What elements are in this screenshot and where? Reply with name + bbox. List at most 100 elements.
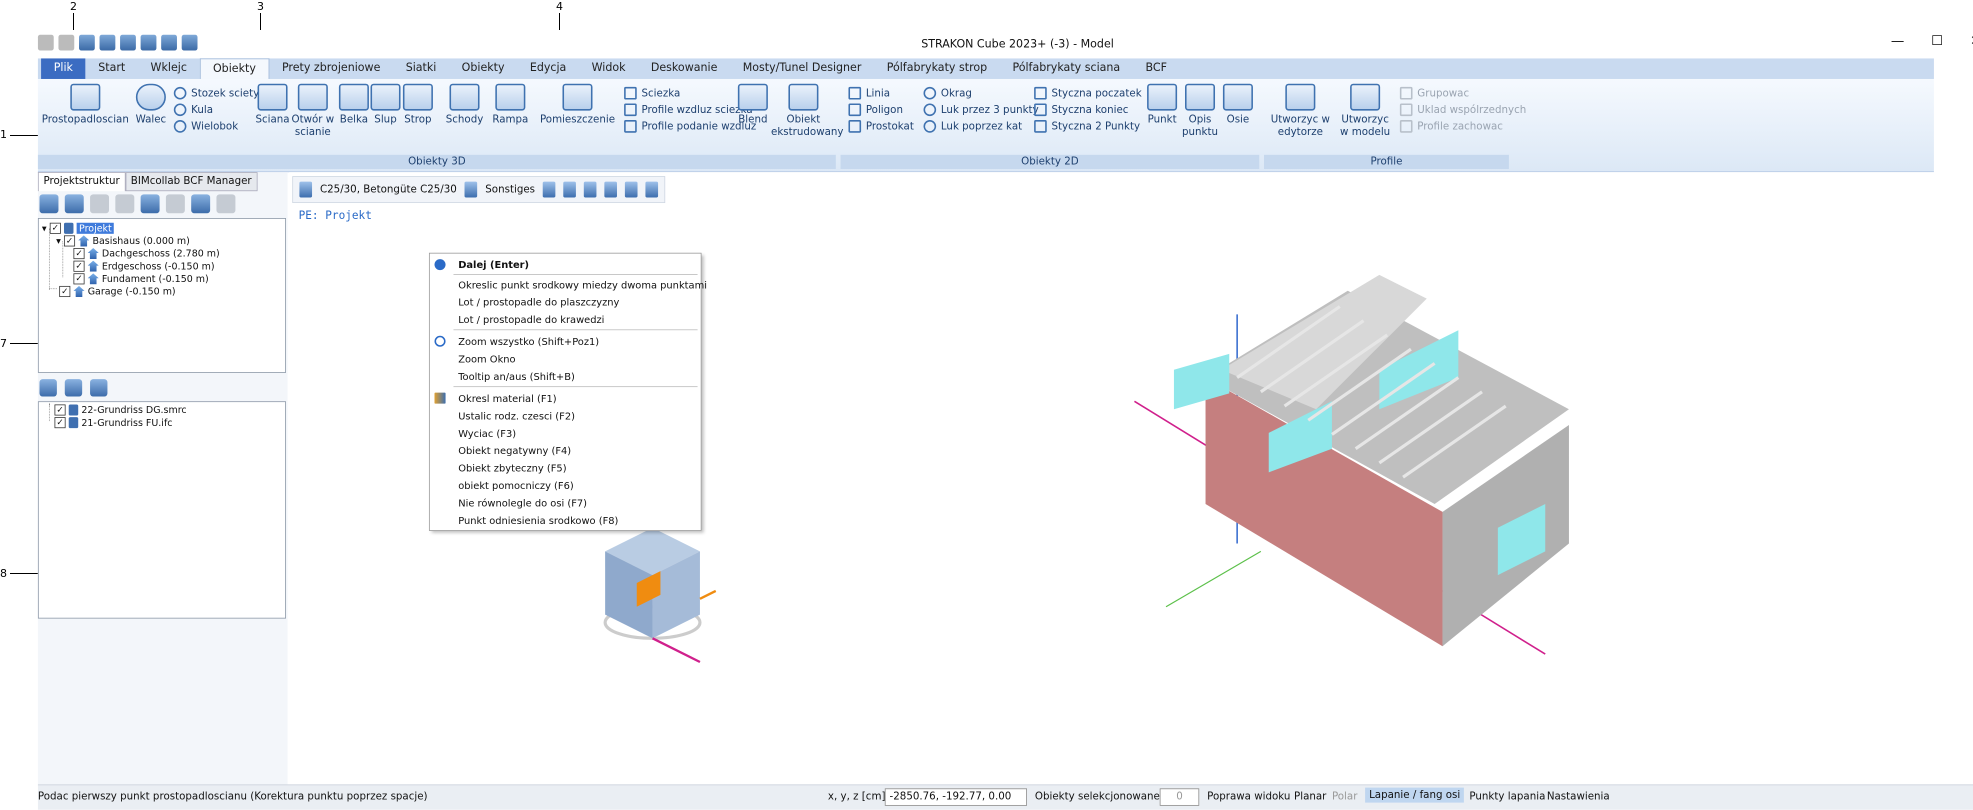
tab-bcf[interactable]: BCF <box>1133 58 1180 79</box>
material-label[interactable]: C25/30, Betongüte C25/30 <box>320 184 457 196</box>
tree-node-dachgeschoss[interactable]: ✓ Dachgeschoss (2.780 m) <box>73 247 220 260</box>
level-up-2-icon[interactable] <box>115 194 135 214</box>
walec-button[interactable]: Walec <box>131 83 171 127</box>
menu-item-zoom-wszystko[interactable]: Zoom wszystko (Shift+Poz1) <box>458 336 599 348</box>
menu-item-lot-plaszczyzny[interactable]: Lot / prostopadle do plaszczyzny <box>458 296 619 308</box>
menu-item-zbyteczny[interactable]: Obiekt zbyteczny (F5) <box>458 462 566 474</box>
luk3-button[interactable]: Luk przez 3 punkty <box>923 102 1039 118</box>
maximize-button[interactable]: ☐ <box>1931 33 1943 49</box>
negative-object-icon[interactable] <box>563 181 577 198</box>
otwor-button[interactable]: Otwór w scianie <box>289 83 336 139</box>
sciezka-button[interactable]: Sciezka <box>624 85 680 101</box>
object-type-label[interactable]: Sonstiges <box>485 184 535 196</box>
tab-bimcollab[interactable]: BIMcollab BCF Manager <box>125 172 258 192</box>
poligon-button[interactable]: Poligon <box>848 102 903 118</box>
menu-item-negatywny[interactable]: Obiekt negatywny (F4) <box>458 445 571 457</box>
slup-button[interactable]: Slup <box>370 83 402 127</box>
reference-point-icon[interactable] <box>645 181 659 198</box>
planar-button[interactable]: Planar <box>1294 791 1326 803</box>
tab-siatki[interactable]: Siatki <box>393 58 449 79</box>
menu-item-nie-rownolegle[interactable]: Nie równolegle do osi (F7) <box>458 497 587 509</box>
pomieszczenie-button[interactable]: Pomieszczenie <box>534 83 621 127</box>
level-up-icon[interactable] <box>64 194 84 214</box>
unlink-icon[interactable] <box>90 379 108 397</box>
coord-input[interactable]: -2850.76, -192.77, 0.00 <box>884 788 1027 806</box>
add-file-icon[interactable] <box>39 379 57 397</box>
lukkat-button[interactable]: Luk poprzez kat <box>923 118 1022 134</box>
obiekt-ekstrudowany-button[interactable]: Obiekt ekstrudowany <box>771 83 843 139</box>
menu-item-dalej[interactable]: Dalej (Enter) <box>458 258 529 270</box>
grupowac-button[interactable]: Grupowac <box>1399 85 1469 101</box>
minimize-button[interactable]: — <box>1891 33 1904 49</box>
blend-button[interactable]: Blend <box>733 83 773 127</box>
object-mode-icon[interactable] <box>542 181 556 198</box>
menu-item-punkt-srodkowy[interactable]: Okreslic punkt srodkowy miedzy dwoma pun… <box>458 279 707 291</box>
tree-node-garage[interactable]: ✓ Garage (-0.150 m) <box>59 285 176 298</box>
tree-node-fundament[interactable]: ✓ Fundament (-0.150 m) <box>73 273 209 286</box>
tab-mosty[interactable]: Mosty/Tunel Designer <box>730 58 874 79</box>
wielobok-button[interactable]: Wielobok <box>173 118 238 134</box>
menu-item-material[interactable]: Okresl material (F1) <box>458 393 556 405</box>
settings-icon[interactable] <box>191 194 211 214</box>
kula-button[interactable]: Kula <box>173 102 213 118</box>
tab-start[interactable]: Start <box>86 58 138 79</box>
menu-item-rodz-czesci[interactable]: Ustalic rodz. czesci (F2) <box>458 410 575 422</box>
file-item[interactable]: ✓ 22-Grundriss DG.smrc <box>54 404 187 417</box>
nastawienia-button[interactable]: Nastawienia <box>1547 791 1610 803</box>
punkty-lapania-button[interactable]: Punkty lapania <box>1469 791 1545 803</box>
menu-item-lot-krawedzi[interactable]: Lot / prostopadle do krawedzi <box>458 314 604 326</box>
styczna-poczatek-button[interactable]: Styczna poczatek <box>1034 85 1142 101</box>
tree-node-erdgeschoss[interactable]: ✓ Erdgeschoss (-0.150 m) <box>73 260 215 273</box>
tab-wklejc[interactable]: Wklejc <box>138 58 200 79</box>
layers-icon[interactable] <box>216 194 236 214</box>
tree-node-basishaus[interactable]: ▾ ✓ Basishaus (0.000 m) <box>56 235 190 248</box>
utworzyc-edytor-button[interactable]: Utworzyc w edytorze <box>1269 83 1332 139</box>
belka-button[interactable]: Belka <box>337 83 372 127</box>
tab-obiekty[interactable]: Obiekty <box>199 58 270 79</box>
tree-node-projekt[interactable]: ▾ ✓ Projekt <box>42 222 115 235</box>
menu-item-tooltip[interactable]: Tooltip an/aus (Shift+B) <box>458 370 575 382</box>
tab-deskowanie[interactable]: Deskowanie <box>638 58 730 79</box>
opis-punktu-button[interactable]: Opis punktu <box>1182 83 1218 139</box>
profile-zachowac-button[interactable]: Profile zachowac <box>1399 118 1503 134</box>
edit-icon[interactable] <box>140 194 160 214</box>
punkt-button[interactable]: Punkt <box>1144 83 1180 127</box>
polar-button[interactable]: Polar <box>1332 791 1357 803</box>
tab-projektstruktur[interactable]: Projektstruktur <box>37 172 126 192</box>
uklad-button[interactable]: Uklad wspólrzednych <box>1399 102 1526 118</box>
prostokat-button[interactable]: Prostokat <box>848 118 914 134</box>
delete-icon[interactable] <box>165 194 185 214</box>
helper-object-icon[interactable] <box>604 181 618 198</box>
prostopadloscian-button[interactable]: Prostopadloscian <box>38 83 133 127</box>
linia-button[interactable]: Linia <box>848 85 890 101</box>
menu-item-punkt-odniesienia[interactable]: Punkt odniesienia srodkowo (F8) <box>458 514 618 526</box>
axis-icon[interactable] <box>625 181 638 198</box>
stozek-button[interactable]: Stozek sciety <box>173 85 259 101</box>
tab-edycja[interactable]: Edycja <box>517 58 579 79</box>
refresh-structure-icon[interactable] <box>39 194 59 214</box>
menu-item-wyciac[interactable]: Wyciac (F3) <box>458 427 516 439</box>
tab-obiekty-2[interactable]: Obiekty <box>449 58 517 79</box>
sciana-button[interactable]: Sciana <box>253 83 293 127</box>
file-item[interactable]: ✓ 21-Grundriss FU.ifc <box>54 416 172 429</box>
utworzyc-model-button[interactable]: Utworzyc w modelu <box>1337 83 1394 139</box>
rampa-button[interactable]: Rampa <box>488 83 532 127</box>
menu-item-zoom-okno[interactable]: Zoom Okno <box>458 353 515 365</box>
lapanie-button[interactable]: Lapanie / fang osi <box>1365 787 1465 803</box>
tab-widok[interactable]: Widok <box>579 58 638 79</box>
tab-polfab-strop[interactable]: Pólfabrykaty strop <box>874 58 1000 79</box>
redundant-object-icon[interactable] <box>583 181 597 198</box>
osie-button[interactable]: Osie <box>1220 83 1256 127</box>
add-ifc-icon[interactable] <box>64 379 83 397</box>
level-up-disabled-icon[interactable] <box>90 194 110 214</box>
poprawa-widoku-button[interactable]: Poprawa widoku <box>1207 791 1290 803</box>
menu-item-pomocniczy[interactable]: obiekt pomocniczy (F6) <box>458 480 574 492</box>
strop-button[interactable]: Strop <box>400 83 436 127</box>
styczna-2-button[interactable]: Styczna 2 Punkty <box>1034 118 1140 134</box>
styczna-koniec-button[interactable]: Styczna koniec <box>1034 102 1128 118</box>
schody-button[interactable]: Schody <box>442 83 486 127</box>
tab-prety[interactable]: Prety zbrojeniowe <box>269 58 393 79</box>
tab-polfab-sciana[interactable]: Pólfabrykaty sciana <box>1000 58 1133 79</box>
okrag-button[interactable]: Okrag <box>923 85 972 101</box>
tab-plik[interactable]: Plik <box>41 58 86 79</box>
